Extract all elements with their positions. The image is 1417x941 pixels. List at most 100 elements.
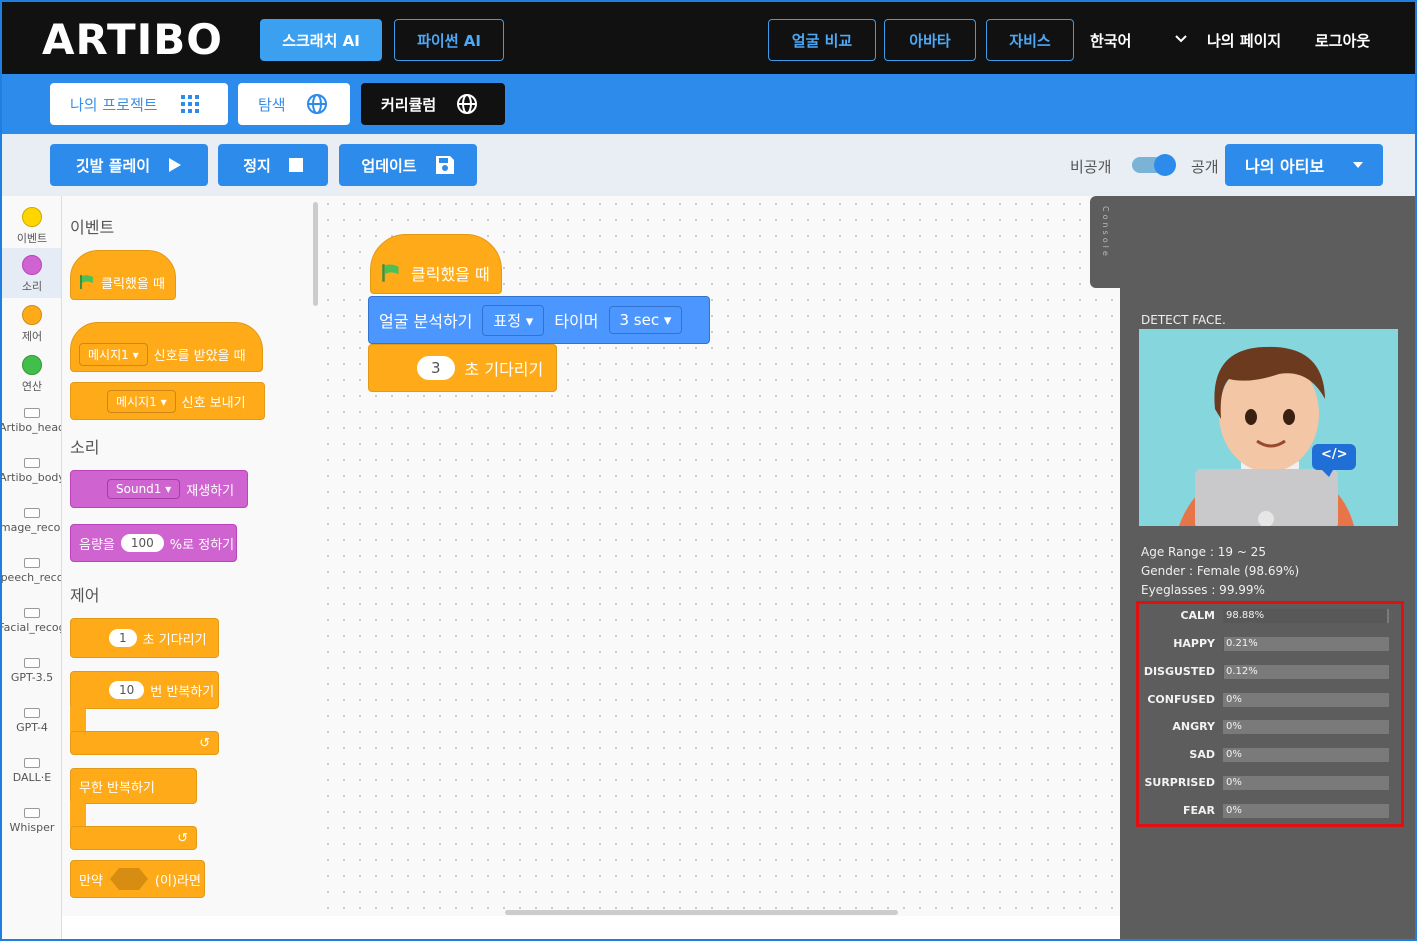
private-label: 비공개 — [1070, 158, 1112, 176]
emotion-bar: 0% — [1223, 748, 1389, 762]
message-dropdown[interactable]: 메시지1 ▾ — [107, 389, 176, 413]
dropdown-value: 표정 — [493, 311, 522, 330]
category-speech-recog[interactable]: Speech_recog — [2, 548, 61, 598]
jarvis-button[interactable]: 자비스 — [986, 19, 1074, 61]
category-operators[interactable]: 연산 — [2, 348, 61, 398]
public-label: 공개 — [1191, 158, 1219, 176]
emotion-name: HAPPY — [1173, 637, 1215, 650]
if-block[interactable]: 만약 (이)라면 — [70, 860, 205, 898]
block-label: 타이머 — [554, 312, 599, 331]
block-label: 번 반복하기 — [150, 684, 215, 700]
stop-button[interactable]: 정지 — [218, 144, 328, 186]
category-label: Artibo_body — [2, 471, 62, 484]
category-label: GPT-3.5 — [10, 671, 54, 684]
python-ai-tab[interactable]: 파이썬 AI — [394, 19, 504, 61]
category-label: 연산 — [21, 380, 43, 393]
category-control[interactable]: 제어 — [2, 298, 61, 348]
block-label: 음량을 — [79, 537, 115, 553]
category-artibo-body[interactable]: Artibo_body — [2, 448, 62, 498]
face-compare-button[interactable]: 얼굴 비교 — [768, 19, 876, 61]
category-label: 이벤트 — [16, 232, 48, 245]
extension-icon — [24, 658, 40, 668]
set-volume-block[interactable]: 음량을 100 %로 정하기 — [70, 524, 237, 562]
console-tab[interactable]: Console — [1090, 196, 1120, 288]
workspace-scrollbar[interactable] — [505, 910, 898, 915]
boolean-slot[interactable] — [109, 867, 149, 891]
forever-block[interactable]: 무한 반복하기 ↺ — [70, 768, 197, 850]
emotion-value: 0% — [1226, 721, 1242, 732]
avatar-image: </> — [1139, 329, 1398, 526]
volume-input[interactable]: 100 — [120, 534, 164, 552]
timer-dropdown[interactable]: 3 sec ▾ — [608, 306, 683, 334]
top-navbar: ARTIBO 스크래치 AI 파이썬 AI 얼굴 비교 아바타 자비스 한국어 … — [2, 2, 1415, 74]
flag-play-button[interactable]: 깃발 플레이 — [50, 144, 208, 186]
wait-input[interactable]: 1 — [109, 629, 137, 647]
when-receive-block[interactable]: 메시지1 ▾ 신호를 받았을 때 — [70, 322, 263, 372]
block-label: 신호를 받았을 때 — [153, 348, 246, 364]
analyze-face-block[interactable]: 얼굴 분석하기 표정 ▾ 타이머 3 sec ▾ — [368, 296, 710, 344]
broadcast-block[interactable]: 메시지1 ▾ 신호 보내기 — [70, 382, 265, 420]
emotion-value: 0.12% — [1226, 666, 1258, 677]
block-label: %로 정하기 — [169, 537, 235, 553]
emotion-row-confused: CONFUSED 0% — [1139, 693, 1401, 707]
gender-text: Gender : Female (98.69%) — [1141, 564, 1300, 578]
dropdown-value: 3 sec — [619, 311, 660, 329]
stop-icon — [288, 158, 303, 172]
message-dropdown[interactable]: 메시지1 ▾ — [79, 342, 148, 366]
wait-input[interactable]: 3 — [417, 356, 455, 380]
palette-scrollbar[interactable] — [313, 202, 318, 306]
block-label: 만약 — [79, 873, 103, 889]
category-label: GPT-4 — [16, 721, 48, 734]
category-image-recog[interactable]: Image_recog — [2, 498, 61, 548]
extension-icon — [24, 458, 40, 468]
category-gpt4[interactable]: GPT-4 — [2, 698, 61, 748]
when-flag-clicked-block[interactable]: 클릭했을 때 — [70, 250, 176, 300]
my-artibo-select[interactable]: 나의 아티보 — [1225, 144, 1383, 186]
dropdown-value: 메시지1 — [88, 347, 129, 362]
play-sound-block[interactable]: Sound1 ▾ 재생하기 — [70, 470, 248, 508]
category-sound[interactable]: 소리 — [2, 248, 61, 298]
wait-block[interactable]: 1 초 기다리기 — [70, 618, 219, 658]
artibo-logo[interactable]: ARTIBO — [42, 16, 230, 60]
logout-link[interactable]: 로그아웃 — [1315, 30, 1370, 51]
sound-dropdown[interactable]: Sound1 ▾ — [107, 479, 181, 499]
category-whisper[interactable]: Whisper — [2, 798, 61, 848]
dropdown-value: Sound1 — [116, 482, 162, 496]
visibility-toggle[interactable] — [1132, 154, 1176, 176]
curriculum-button[interactable]: 커리큘럼 — [361, 83, 505, 125]
when-flag-clicked-block[interactable]: 클릭했을 때 — [370, 234, 502, 294]
green-flag-icon — [382, 264, 399, 282]
block-label: 얼굴 분석하기 — [379, 312, 473, 331]
repeat-header: 10 번 반복하기 — [70, 671, 219, 709]
my-artibo-label: 나의 아티보 — [1245, 157, 1325, 176]
explore-label: 탐색 — [258, 95, 286, 114]
update-button[interactable]: 업데이트 — [339, 144, 477, 186]
category-label: Image_recog — [2, 521, 61, 534]
loop-arrow-icon: ↺ — [199, 735, 210, 751]
category-dalle[interactable]: DALL·E — [2, 748, 61, 798]
repeat-block[interactable]: 10 번 반복하기 ↺ — [70, 671, 219, 755]
category-label: 소리 — [21, 280, 43, 293]
console-tab-label: Console — [1101, 206, 1110, 259]
category-label: Whisper — [9, 821, 55, 834]
wait-seconds-block[interactable]: 3 초 기다리기 — [368, 344, 557, 392]
category-events[interactable]: 이벤트 — [2, 200, 61, 250]
language-select[interactable]: 한국어 — [1090, 30, 1131, 51]
emotion-name: CALM — [1180, 609, 1215, 622]
explore-button[interactable]: 탐색 — [238, 83, 350, 125]
chevron-down-icon[interactable] — [1175, 34, 1187, 44]
avatar-button[interactable]: 아바타 — [884, 19, 976, 61]
my-page-link[interactable]: 나의 페이지 — [1207, 30, 1281, 51]
category-gpt35[interactable]: GPT-3.5 — [2, 648, 61, 698]
scratch-ai-tab[interactable]: 스크래치 AI — [260, 19, 382, 61]
script-workspace[interactable]: 클릭했을 때 얼굴 분석하기 표정 ▾ 타이머 3 sec ▾ 3 초 기다리기 — [320, 196, 1120, 916]
analyze-mode-dropdown[interactable]: 표정 ▾ — [482, 304, 545, 336]
sound-color-dot — [22, 255, 42, 275]
category-artibo-head[interactable]: Artibo_head — [2, 398, 61, 448]
control-heading: 제어 — [70, 586, 100, 605]
category-facial-recog[interactable]: Facial_recog — [2, 598, 61, 648]
my-projects-button[interactable]: 나의 프로젝트 — [50, 83, 228, 125]
emotion-name: FEAR — [1182, 804, 1215, 817]
repeat-input[interactable]: 10 — [109, 681, 145, 699]
block-label: (이)라면 — [154, 873, 201, 889]
